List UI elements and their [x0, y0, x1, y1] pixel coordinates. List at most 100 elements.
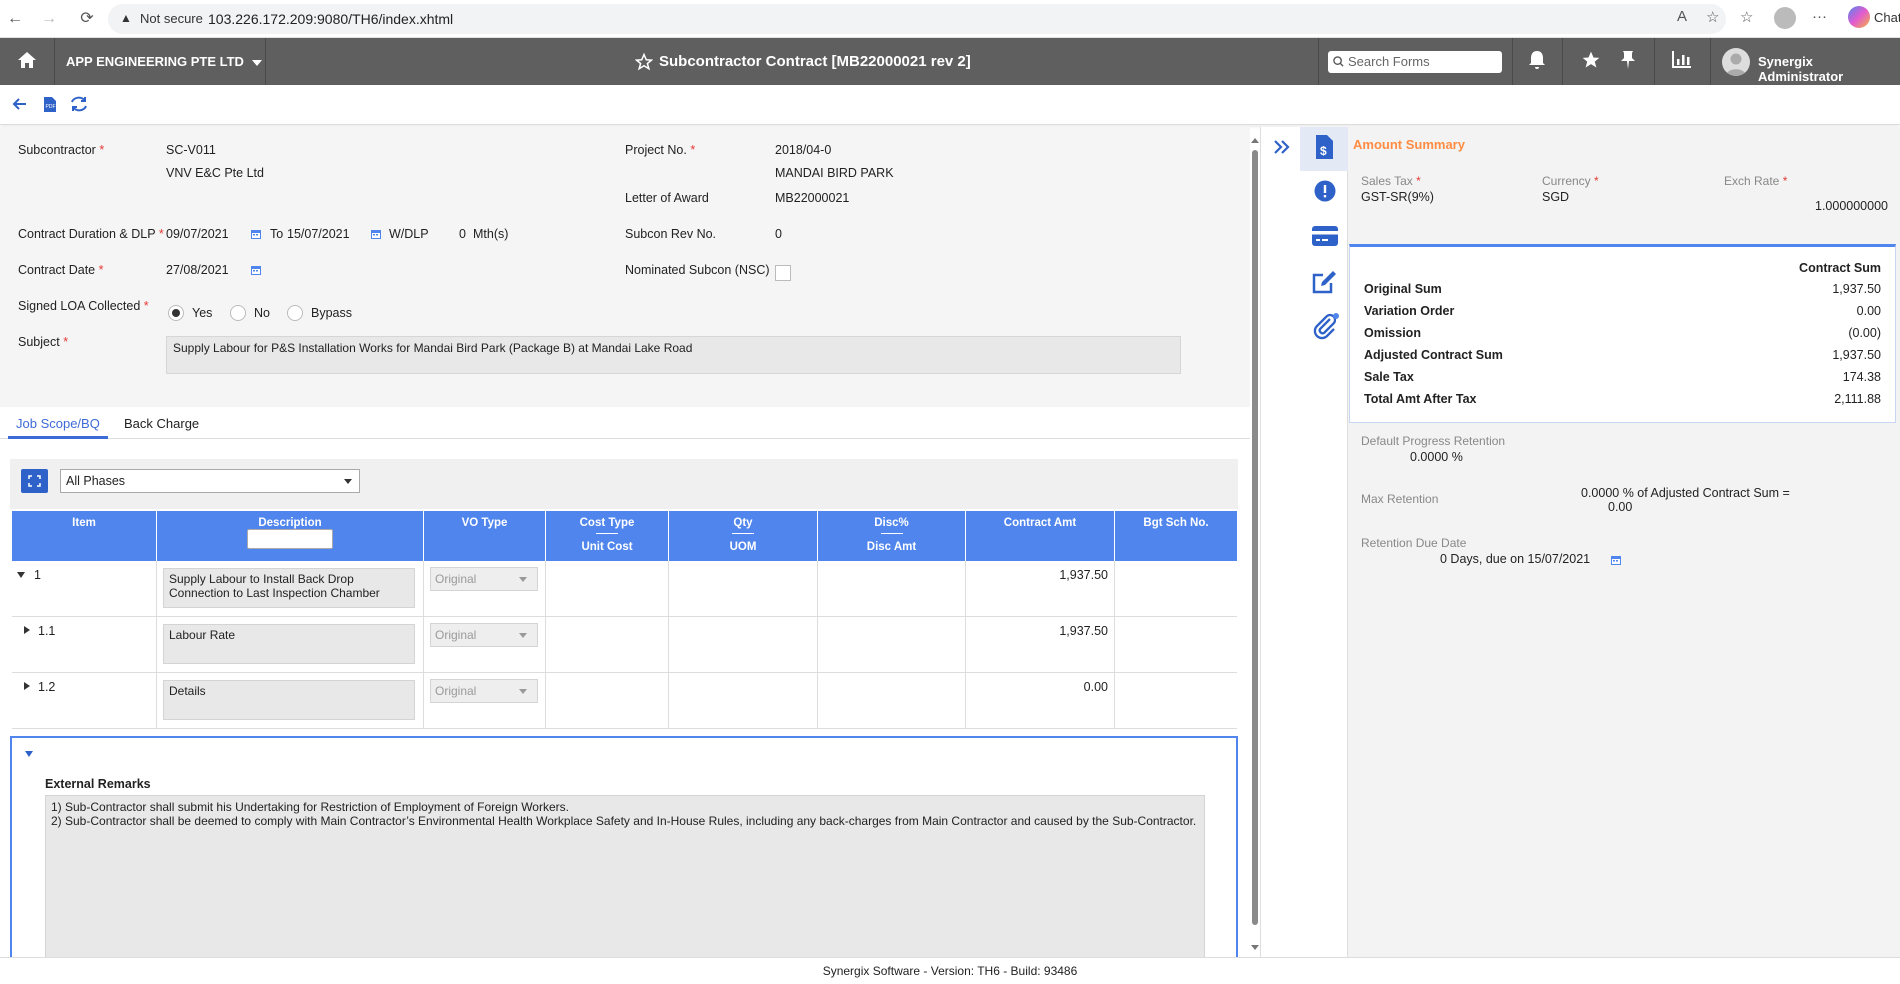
- subcontractor-code[interactable]: SC-V011: [166, 143, 216, 157]
- remarks-textarea[interactable]: 1) Sub-Contractor shall submit his Under…: [45, 795, 1205, 965]
- tab-bar: Job Scope/BQ Back Charge: [0, 407, 1250, 439]
- radio-no[interactable]: [230, 305, 246, 321]
- favorite-star-icon[interactable]: ☆: [1706, 8, 1719, 26]
- calendar-icon[interactable]: [370, 228, 382, 240]
- col-disc[interactable]: Disc% Disc Amt: [818, 511, 966, 561]
- favorites-icon[interactable]: ☆: [1740, 8, 1753, 26]
- expand-button[interactable]: [21, 469, 48, 493]
- tab-job-scope[interactable]: Job Scope/BQ: [16, 416, 100, 431]
- chart-icon[interactable]: [1672, 50, 1692, 68]
- chat-label[interactable]: Chat: [1874, 10, 1900, 25]
- reload-icon[interactable]: ⟳: [76, 8, 98, 30]
- pdf-icon[interactable]: PDF: [43, 96, 57, 113]
- loa-label: Letter of Award: [625, 191, 709, 205]
- read-aloud-icon[interactable]: A: [1677, 8, 1687, 25]
- currency-value[interactable]: SGD: [1542, 190, 1569, 204]
- dlp-value[interactable]: 0: [459, 227, 466, 241]
- sales-tax-label: Sales Tax *: [1361, 174, 1421, 188]
- col-bgt-sch[interactable]: Bgt Sch No.: [1115, 511, 1237, 561]
- credit-card-icon[interactable]: [1312, 226, 1338, 246]
- profile-icon[interactable]: [1774, 7, 1796, 29]
- expand-arrow-icon[interactable]: [24, 682, 30, 690]
- calendar-icon[interactable]: [250, 228, 262, 240]
- calendar-icon[interactable]: [250, 264, 262, 276]
- col-contract-amt[interactable]: Contract Amt: [966, 511, 1115, 561]
- attachment-icon[interactable]: [1312, 312, 1340, 340]
- table-row[interactable]: 1 Supply Labour to Install Back Drop Con…: [12, 561, 1237, 617]
- variation-order-value: 0.00: [1856, 304, 1881, 318]
- address-bar[interactable]: ▲ Not secure 103.226.172.209:9080/TH6/in…: [108, 4, 1726, 34]
- scroll-thumb[interactable]: [1252, 150, 1258, 925]
- row-description[interactable]: Labour Rate: [163, 624, 415, 664]
- back-arrow-icon[interactable]: [12, 96, 28, 112]
- contract-sum-box: Contract Sum Original Sum 1,937.50 Varia…: [1349, 244, 1896, 423]
- more-menu-icon[interactable]: ···: [1812, 8, 1827, 25]
- exch-rate-value[interactable]: 1.000000000: [1815, 199, 1888, 213]
- vo-type-select[interactable]: Original: [430, 623, 538, 647]
- subject-field[interactable]: Supply Labour for P&S Installation Works…: [166, 336, 1181, 374]
- max-retention-value[interactable]: 0.0000 % of Adjusted Contract Sum =: [1581, 486, 1790, 500]
- main-scrollbar[interactable]: [1251, 138, 1259, 958]
- back-arrow-icon[interactable]: ←: [4, 8, 26, 30]
- search-input[interactable]: Search Forms: [1328, 51, 1502, 73]
- expand-arrow-icon[interactable]: [24, 626, 30, 634]
- star-outline-icon[interactable]: [635, 53, 653, 71]
- company-selector[interactable]: APP ENGINEERING PTE LTD: [56, 38, 266, 85]
- star-icon[interactable]: [1581, 50, 1601, 70]
- svg-text:PDF: PDF: [46, 104, 56, 110]
- calendar-icon[interactable]: [1610, 554, 1622, 566]
- alert-icon[interactable]: [1314, 180, 1336, 202]
- table-row[interactable]: 1.1 Labour Rate Original 1,937.50: [12, 617, 1237, 673]
- col-vo-type[interactable]: VO Type: [424, 511, 546, 561]
- duration-label: Contract Duration & DLP *: [18, 227, 164, 241]
- scroll-up-icon[interactable]: [1251, 138, 1259, 143]
- sales-tax-value[interactable]: GST-SR(9%): [1361, 190, 1434, 204]
- table-row[interactable]: 1.2 Details Original 0.00: [12, 673, 1237, 729]
- action-toolbar: PDF: [0, 85, 1900, 125]
- nsc-checkbox[interactable]: [775, 265, 791, 281]
- pin-icon[interactable]: [1620, 50, 1636, 70]
- bell-icon[interactable]: [1528, 50, 1546, 70]
- phase-select[interactable]: All Phases: [60, 469, 360, 493]
- search-placeholder: Search Forms: [1348, 54, 1430, 69]
- company-name: APP ENGINEERING PTE LTD: [66, 54, 244, 69]
- radio-yes[interactable]: [168, 305, 184, 321]
- home-icon: [18, 52, 36, 68]
- row-description[interactable]: Details: [163, 680, 415, 720]
- contract-date[interactable]: 27/08/2021: [166, 263, 229, 277]
- col-description[interactable]: Description: [157, 511, 424, 561]
- user-name[interactable]: Synergix Administrator: [1758, 54, 1900, 84]
- double-chevron-right-icon[interactable]: [1273, 139, 1291, 155]
- radio-bypass[interactable]: [287, 305, 303, 321]
- collapse-arrow-icon[interactable]: [25, 751, 33, 757]
- project-no[interactable]: 2018/04-0: [775, 143, 831, 157]
- contract-sum-header: Contract Sum: [1799, 261, 1881, 275]
- col-qty[interactable]: Qty UOM: [669, 511, 818, 561]
- vo-type-select[interactable]: Original: [430, 679, 538, 703]
- chevron-down-icon: [344, 479, 352, 484]
- retention-due-date-value[interactable]: 0 Days, due on 15/07/2021: [1440, 552, 1590, 566]
- invoice-dollar-icon[interactable]: $: [1314, 134, 1334, 160]
- vo-type-select[interactable]: Original: [430, 567, 538, 591]
- copilot-icon[interactable]: [1848, 6, 1870, 28]
- collapse-arrow-icon[interactable]: [17, 572, 25, 578]
- scroll-down-icon[interactable]: [1251, 945, 1259, 950]
- edit-icon[interactable]: [1312, 269, 1338, 295]
- subcon-rev: 0: [775, 227, 782, 241]
- avatar[interactable]: [1722, 48, 1750, 76]
- retention-due-date-label: Retention Due Date: [1361, 536, 1467, 550]
- default-retention-value[interactable]: 0.0000 %: [1410, 450, 1463, 464]
- col-item[interactable]: Item: [12, 511, 157, 561]
- omission-value: (0.00): [1848, 326, 1881, 340]
- col-cost-type[interactable]: Cost Type Unit Cost: [546, 511, 669, 561]
- forward-arrow-icon[interactable]: →: [38, 8, 60, 30]
- remarks-title: External Remarks: [45, 777, 151, 791]
- sync-icon[interactable]: [70, 96, 88, 112]
- tab-back-charge[interactable]: Back Charge: [124, 416, 199, 431]
- row-description[interactable]: Supply Labour to Install Back Drop Conne…: [163, 568, 415, 608]
- description-filter-input[interactable]: [247, 529, 333, 549]
- grid-toolbar: All Phases: [10, 459, 1238, 509]
- home-button[interactable]: [0, 38, 55, 85]
- duration-to[interactable]: 15/07/2021: [287, 227, 350, 241]
- duration-from[interactable]: 09/07/2021: [166, 227, 229, 241]
